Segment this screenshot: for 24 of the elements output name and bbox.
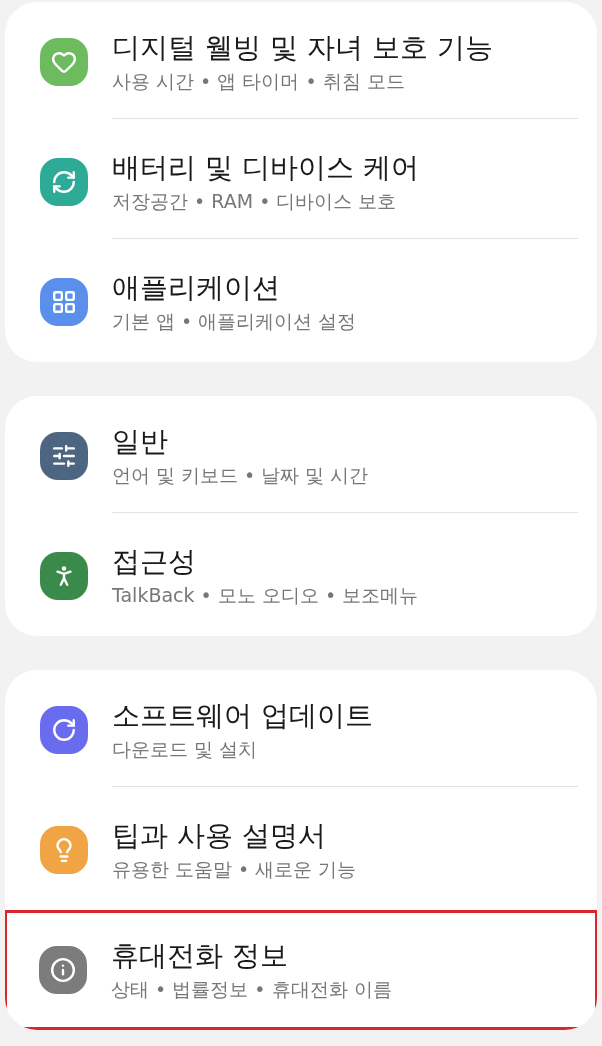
settings-item[interactable]: 일반 언어 및 키보드 • 날짜 및 시간 xyxy=(5,396,597,516)
item-title: 접근성 xyxy=(112,544,197,580)
item-title: 휴대전화 정보 xyxy=(111,938,289,974)
settings-item[interactable]: 접근성 TalkBack • 모노 오디오 • 보조메뉴 xyxy=(5,516,597,636)
item-subtitle: 유용한 도움말 • 새로운 기능 xyxy=(112,857,358,882)
settings-item[interactable]: 디지털 웰빙 및 자녀 보호 기능 사용 시간 • 앱 타이머 • 취침 모드 xyxy=(5,2,597,122)
item-subtitle: 상태 • 법률정보 • 휴대전화 이름 xyxy=(111,977,393,1002)
settings-item[interactable]: 휴대전화 정보 상태 • 법률정보 • 휴대전화 이름 xyxy=(5,910,597,1030)
settings-item[interactable]: 애플리케이션 기본 앱 • 애플리케이션 설정 xyxy=(5,242,597,362)
settings-item[interactable]: 배터리 및 디바이스 케어 저장공간 • RAM • 디바이스 보호 xyxy=(5,122,597,242)
item-subtitle: 기본 앱 • 애플리케이션 설정 xyxy=(112,309,358,334)
settings-item[interactable]: 팁과 사용 설명서 유용한 도움말 • 새로운 기능 xyxy=(5,790,597,910)
item-title: 소프트웨어 업데이트 xyxy=(112,697,374,734)
settings-item[interactable]: 소프트웨어 업데이트 다운로드 및 설치 xyxy=(5,670,597,790)
item-subtitle: 다운로드 및 설치 xyxy=(112,736,259,762)
item-subtitle: 언어 및 키보드 • 날짜 및 시간 xyxy=(112,462,370,488)
item-subtitle: 사용 시간 • 앱 타이머 • 취침 모드 xyxy=(112,68,406,94)
item-title: 디지털 웰빙 및 자녀 보호 기능 xyxy=(112,29,494,66)
item-title: 애플리케이션 xyxy=(112,270,281,306)
item-title: 배터리 및 디바이스 케어 xyxy=(112,149,420,186)
item-title: 일반 xyxy=(112,423,169,460)
item-subtitle: 저장공간 • RAM • 디바이스 보호 xyxy=(112,188,398,214)
item-subtitle: TalkBack • 모노 오디오 • 보조메뉴 xyxy=(112,583,420,608)
item-title: 팁과 사용 설명서 xyxy=(112,818,327,854)
